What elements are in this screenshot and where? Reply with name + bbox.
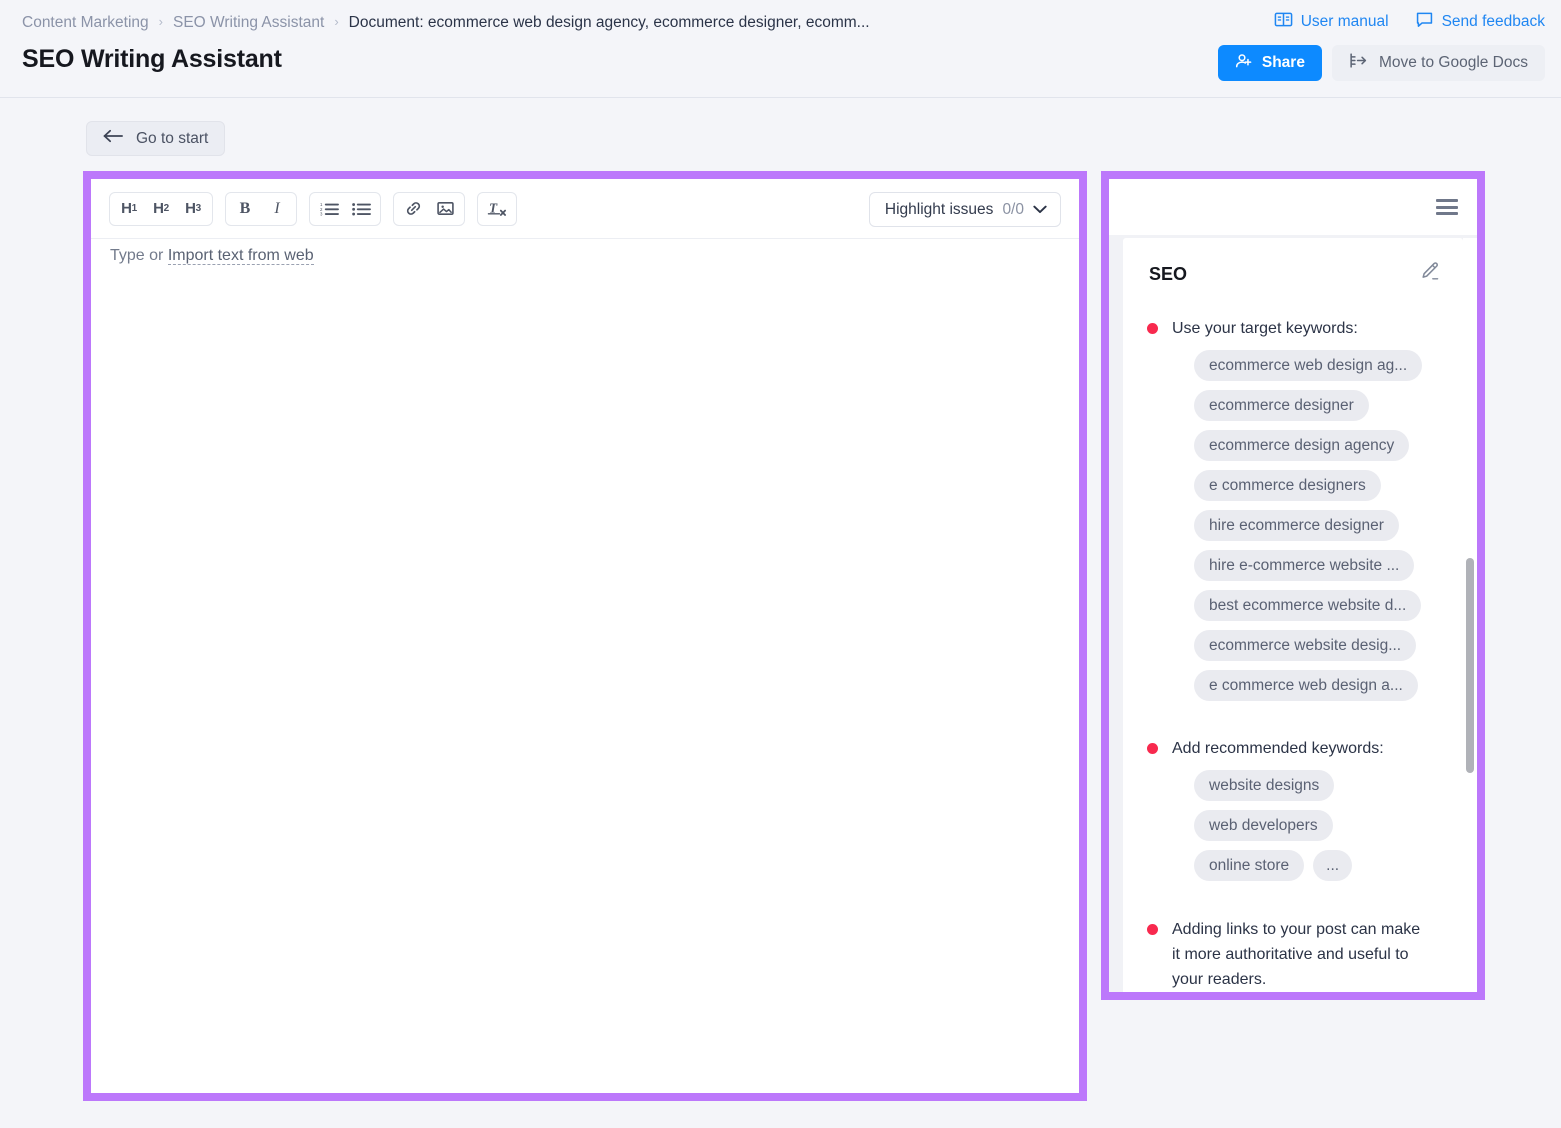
share-button-label: Share: [1261, 54, 1305, 71]
tip-item: Adding links to your post can make it mo…: [1123, 917, 1463, 992]
keyword-chip-more[interactable]: ...: [1313, 850, 1353, 881]
seo-recommendations-card: SEO Use your target keywords: ecommerce …: [1123, 238, 1463, 992]
panel-scrollbar-thumb[interactable]: [1466, 558, 1474, 773]
panel-scrollbar-track[interactable]: [1463, 238, 1477, 992]
page-title: SEO Writing Assistant: [22, 45, 282, 73]
keyword-chip[interactable]: e commerce designers: [1194, 470, 1381, 501]
comment-icon: [1415, 10, 1434, 34]
editor-highlight-frame: H1 H2 H3 B I 1 2 3 T Highlight issues 0/…: [83, 171, 1087, 1101]
breadcrumb-item-seo-writing-assistant[interactable]: SEO Writing Assistant: [173, 11, 324, 35]
header-action-buttons: Share Move to Google Docs: [1217, 45, 1545, 81]
keyword-chip[interactable]: web developers: [1194, 810, 1333, 841]
recommended-keyword-chip-list: website designs web developers online st…: [1123, 770, 1463, 881]
pencil-icon[interactable]: [1418, 260, 1441, 288]
keyword-chip[interactable]: hire ecommerce designer: [1194, 510, 1399, 541]
bullet-dot-icon: [1147, 323, 1158, 334]
italic-button[interactable]: I: [261, 194, 293, 224]
seo-card-title-row: SEO: [1123, 238, 1463, 288]
clear-formatting-icon[interactable]: T: [481, 194, 513, 224]
bullet-list-button[interactable]: [345, 194, 377, 224]
ordered-list-button[interactable]: 1 2 3: [313, 194, 345, 224]
user-manual-label: User manual: [1300, 13, 1389, 30]
chevron-down-icon: [1033, 201, 1047, 219]
keyword-chip[interactable]: e commerce web design a...: [1194, 670, 1418, 701]
target-keyword-chip-list: ecommerce web design ag... ecommerce des…: [1123, 350, 1463, 701]
tip-text: Use your target keywords:: [1172, 320, 1358, 337]
breadcrumb: Content Marketing › SEO Writing Assistan…: [22, 11, 870, 35]
export-arrow-icon: [1349, 52, 1368, 74]
top-header-bar: Content Marketing › SEO Writing Assistan…: [0, 0, 1561, 98]
keyword-chip[interactable]: website designs: [1194, 770, 1335, 801]
add-user-icon: [1235, 52, 1253, 75]
svg-text:3: 3: [320, 211, 323, 216]
toolbar-group-insert: [393, 191, 465, 226]
document-editor[interactable]: H1 H2 H3 B I 1 2 3 T Highlight issues 0/…: [91, 179, 1079, 1093]
tip-text: Adding links to your post can make it mo…: [1172, 921, 1421, 988]
bullet-dot-icon: [1147, 743, 1158, 754]
heading-3-button[interactable]: H3: [177, 194, 209, 224]
editor-toolbar: H1 H2 H3 B I 1 2 3 T Highlight issues 0/…: [91, 179, 1079, 239]
toolbar-group-lists: 1 2 3: [309, 191, 381, 226]
seo-card-title: SEO: [1149, 263, 1188, 284]
breadcrumb-item-content-marketing[interactable]: Content Marketing: [22, 11, 149, 35]
insert-image-icon[interactable]: [429, 194, 461, 224]
editor-placeholder: Type or Import text from web: [110, 247, 314, 265]
seo-panel-highlight-frame: SEO Use your target keywords: ecommerce …: [1101, 171, 1485, 1000]
highlight-issues-dropdown[interactable]: Highlight issues 0/0: [868, 192, 1061, 227]
back-arrow-icon: [103, 129, 124, 148]
bullet-dot-icon: [1147, 924, 1158, 935]
bold-button[interactable]: B: [229, 194, 261, 224]
keyword-chip[interactable]: ecommerce website desig...: [1194, 630, 1417, 661]
highlight-issues-label: Highlight issues: [884, 200, 994, 218]
import-text-from-web-link[interactable]: Import text from web: [167, 247, 314, 265]
keyword-chip[interactable]: ecommerce web design ag...: [1194, 350, 1423, 381]
send-feedback-link[interactable]: Send feedback: [1415, 10, 1545, 34]
toolbar-group-text-style: B I: [225, 191, 297, 226]
tip-item: Use your target keywords:: [1123, 316, 1463, 341]
move-to-google-docs-button[interactable]: Move to Google Docs: [1331, 45, 1545, 81]
breadcrumb-item-document: Document: ecommerce web design agency, e…: [348, 14, 870, 31]
hamburger-icon[interactable]: [1436, 199, 1458, 215]
breadcrumb-separator-icon: ›: [334, 14, 339, 29]
go-to-start-button[interactable]: Go to start: [86, 121, 226, 156]
insert-link-icon[interactable]: [397, 194, 429, 224]
header-links: User manual Send feedback: [1274, 10, 1545, 34]
svg-text:T: T: [488, 200, 497, 215]
toolbar-group-clear: T: [477, 191, 517, 226]
keyword-chip[interactable]: best ecommerce website d...: [1194, 590, 1422, 621]
send-feedback-label: Send feedback: [1441, 13, 1545, 30]
panel-header: [1109, 179, 1477, 235]
tip-text: Add recommended keywords:: [1172, 740, 1384, 757]
toolbar-group-headings: H1 H2 H3: [109, 191, 213, 226]
move-to-google-docs-label: Move to Google Docs: [1378, 54, 1528, 71]
heading-2-button[interactable]: H2: [145, 194, 177, 224]
user-manual-link[interactable]: User manual: [1274, 10, 1389, 34]
share-button[interactable]: Share: [1217, 45, 1322, 81]
go-to-start-label: Go to start: [136, 129, 209, 147]
highlight-issues-count: 0/0: [1002, 200, 1024, 218]
keyword-chip[interactable]: ecommerce designer: [1194, 390, 1369, 421]
keyword-chip[interactable]: online store: [1194, 850, 1305, 881]
tip-item: Add recommended keywords:: [1123, 736, 1463, 761]
heading-1-button[interactable]: H1: [113, 194, 145, 224]
keyword-chip[interactable]: hire e-commerce website ...: [1194, 550, 1415, 581]
keyword-chip[interactable]: ecommerce design agency: [1194, 430, 1410, 461]
book-icon: [1274, 10, 1293, 34]
breadcrumb-separator-icon: ›: [158, 14, 163, 29]
editor-placeholder-prefix: Type or: [110, 247, 168, 264]
